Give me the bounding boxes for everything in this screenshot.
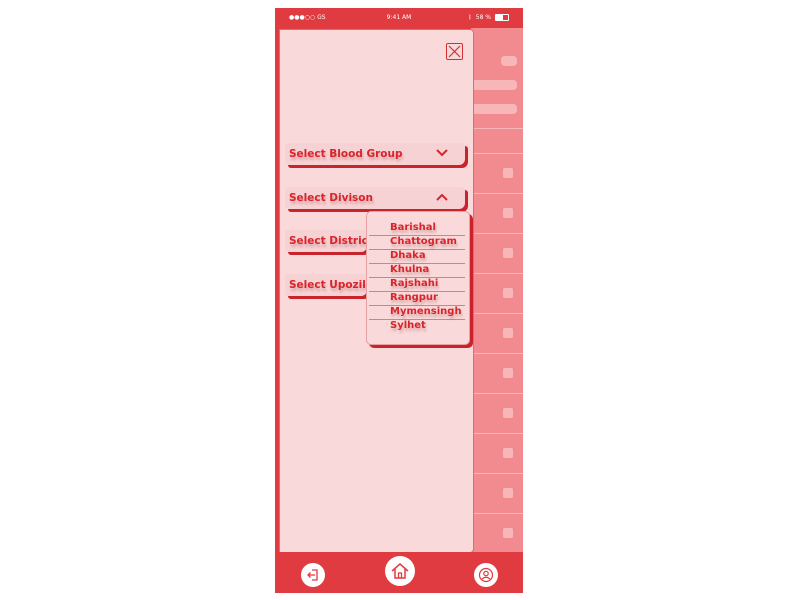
select-division[interactable]: Select Divison [285, 187, 465, 209]
profile-button[interactable] [474, 563, 498, 587]
select-blood-group-label: Select Blood Group [289, 148, 403, 160]
close-icon [448, 45, 461, 58]
select-upozila-label: Select Upozila [289, 279, 373, 291]
home-icon [391, 563, 409, 579]
division-option[interactable]: Chattogram [369, 236, 465, 250]
battery-percent: 58 % [475, 14, 491, 21]
background-row [471, 128, 523, 129]
background-field [471, 104, 517, 114]
select-district-label: Select District [289, 235, 373, 247]
background-row [471, 393, 523, 434]
status-bar: ●●●○○ GS 9:41 AM ᛒ 58 % [275, 8, 523, 28]
select-upozila[interactable]: Select Upozila [285, 274, 373, 296]
background-row [471, 353, 523, 394]
phone-screen: ●●●○○ GS 9:41 AM ᛒ 58 % Select Blood Gro… [275, 8, 523, 593]
select-division-label: Select Divison [289, 192, 373, 204]
background-field [471, 80, 517, 90]
filter-drawer: Select Blood Group Select Divison Select… [279, 29, 474, 553]
select-district[interactable]: Select District [285, 230, 373, 252]
background-row [471, 433, 523, 474]
division-option[interactable]: Rangpur [369, 292, 465, 306]
background-content [471, 28, 523, 553]
division-option[interactable]: Khulna [369, 264, 465, 278]
background-row [471, 233, 523, 274]
background-row [471, 473, 523, 514]
background-row [471, 513, 523, 554]
profile-icon [478, 567, 494, 583]
background-row [471, 313, 523, 354]
division-dropdown: Barishal Chattogram Dhaka Khulna Rajshah… [366, 211, 470, 345]
background-row [471, 273, 523, 314]
select-blood-group[interactable]: Select Blood Group [285, 143, 465, 165]
division-option[interactable]: Sylhet [369, 320, 465, 333]
division-option[interactable]: Rajshahi [369, 278, 465, 292]
home-button[interactable] [385, 556, 415, 586]
battery-icon [495, 14, 509, 21]
division-option[interactable]: Dhaka [369, 250, 465, 264]
bluetooth-icon: ᛒ [468, 14, 472, 21]
background-row [471, 153, 523, 194]
division-option[interactable]: Barishal [369, 222, 465, 236]
chevron-down-icon [436, 149, 448, 157]
bottom-nav [275, 552, 523, 593]
background-row [471, 193, 523, 234]
close-button[interactable] [446, 43, 463, 60]
division-option[interactable]: Mymensingh [369, 306, 465, 320]
background-button [501, 56, 517, 66]
logout-icon [307, 569, 318, 581]
logout-button[interactable] [301, 563, 325, 587]
battery-status: ᛒ 58 % [468, 14, 509, 21]
chevron-up-icon [436, 193, 448, 201]
